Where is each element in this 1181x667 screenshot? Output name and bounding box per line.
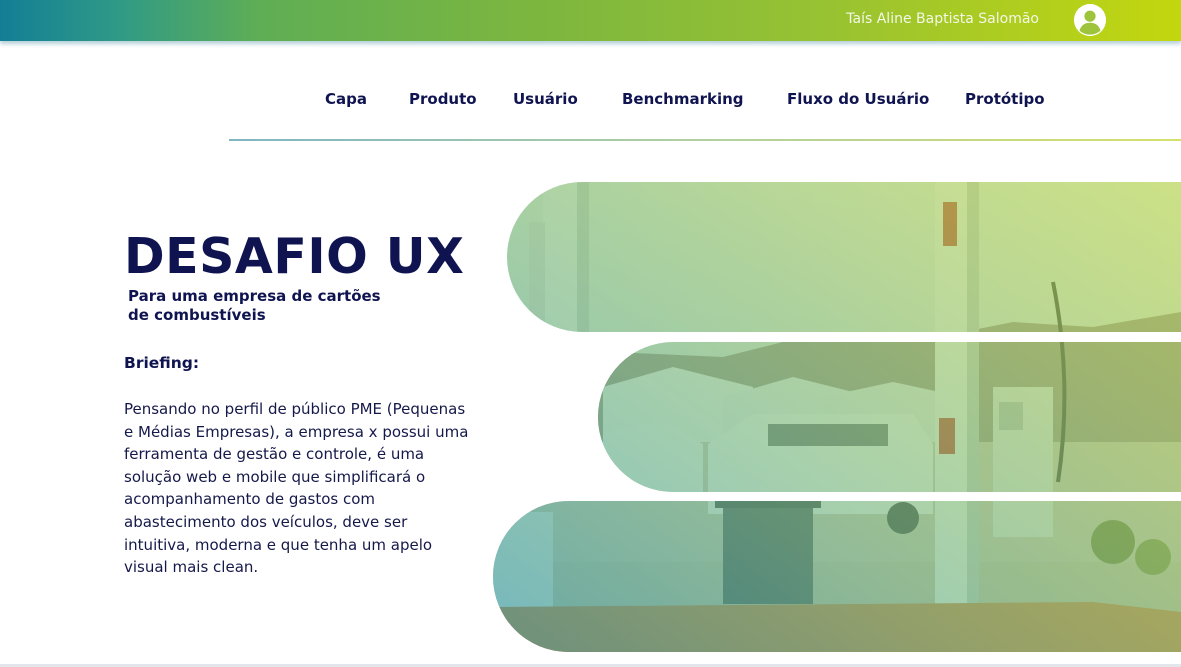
gas-station-photo-strip-top (507, 182, 1181, 332)
nav-divider (229, 139, 1181, 141)
nav-item-usuario[interactable]: Usuário (513, 90, 578, 108)
nav-item-prototipo[interactable]: Protótipo (965, 90, 1045, 108)
top-bar: Taís Aline Baptista Salomão (0, 0, 1181, 41)
user-name: Taís Aline Baptista Salomão (846, 11, 1039, 27)
page-subtitle: Para uma empresa de cartões de combustív… (128, 287, 381, 324)
gas-station-photo-strip-bottom (493, 501, 1181, 652)
nav-item-capa[interactable]: Capa (325, 90, 367, 108)
gas-station-photo-strip-middle (598, 342, 1181, 492)
briefing-text: Pensando no perfil de público PME (Peque… (124, 400, 469, 577)
nav-item-fluxo-do-usuario[interactable]: Fluxo do Usuário (787, 90, 929, 108)
user-circle-icon[interactable] (1074, 4, 1106, 36)
briefing-heading: Briefing: (124, 354, 200, 372)
page-title: DESAFIO UX (124, 228, 465, 285)
nav-item-benchmarking[interactable]: Benchmarking (622, 90, 744, 108)
main-nav: Capa Produto Usuário Benchmarking Fluxo … (0, 90, 1181, 114)
nav-item-produto[interactable]: Produto (409, 90, 477, 108)
